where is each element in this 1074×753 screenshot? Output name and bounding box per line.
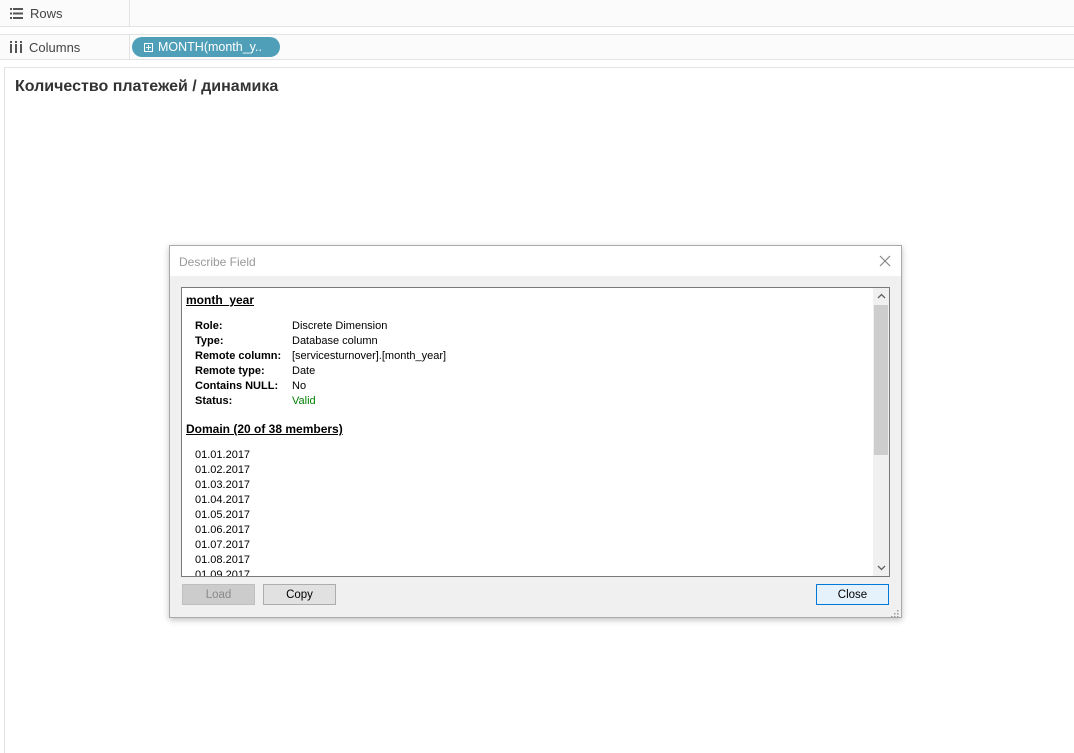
domain-member: 01.04.2017 (195, 494, 251, 506)
property-value: Database column (292, 335, 378, 347)
domain-member-list: 01.01.2017 01.02.2017 01.03.2017 01.04.2… (195, 448, 251, 577)
resize-grip-icon[interactable] (891, 607, 899, 618)
property-key: Contains NULL: (195, 380, 279, 392)
field-properties: Role: Discrete Dimension Type: Database … (195, 319, 595, 409)
expand-plus-icon[interactable] (144, 42, 153, 52)
property-key: Role: (195, 320, 223, 332)
scrollbar-thumb[interactable] (874, 305, 888, 455)
property-row: Contains NULL: No (195, 379, 595, 394)
domain-heading: Domain (20 of 38 members) (186, 422, 343, 436)
rows-icon (10, 7, 23, 19)
property-key: Type: (195, 335, 224, 347)
property-key: Remote column: (195, 350, 282, 362)
columns-shelf-label: Columns (0, 35, 130, 59)
property-key: Remote type: (195, 365, 265, 377)
rows-label-text: Rows (30, 5, 63, 21)
domain-member: 01.01.2017 (195, 449, 251, 461)
rows-shelf[interactable]: Rows (0, 0, 1074, 27)
dialog-titlebar[interactable]: Describe Field (170, 246, 901, 276)
property-row: Type: Database column (195, 334, 595, 349)
field-description-panel[interactable]: month_year Role: Discrete Dimension Type… (181, 287, 890, 577)
columns-label-text: Columns (29, 39, 81, 55)
columns-shelf[interactable]: Columns MONTH(month_y.. (0, 34, 1074, 60)
property-value: Date (292, 365, 316, 377)
property-value: [servicesturnover].[month_year] (292, 350, 447, 362)
property-value: Discrete Dimension (292, 320, 388, 332)
sheet-title: Количество платежей / динамика (15, 78, 279, 95)
property-row: Remote column: [servicesturnover].[month… (195, 349, 595, 364)
load-button[interactable]: Load (182, 584, 255, 605)
scroll-down-arrow-icon[interactable] (873, 560, 889, 576)
property-row: Remote type: Date (195, 364, 595, 379)
domain-member: 01.07.2017 (195, 539, 251, 551)
describe-field-dialog: Describe Field month_year Role: Discrete… (169, 245, 902, 618)
domain-member: 01.03.2017 (195, 479, 251, 491)
domain-member: 01.06.2017 (195, 524, 251, 536)
close-icon[interactable] (877, 253, 893, 269)
domain-member: 01.08.2017 (195, 554, 251, 566)
status-value: Valid (292, 395, 316, 407)
domain-member: 01.05.2017 (195, 509, 251, 521)
vertical-scrollbar[interactable] (873, 288, 889, 576)
domain-member: 01.09.2017 (195, 569, 251, 577)
scroll-up-arrow-icon[interactable] (873, 288, 889, 304)
property-key: Status: (195, 395, 233, 407)
field-name-heading: month_year (186, 293, 255, 307)
dialog-title: Describe Field (179, 255, 256, 269)
pill-label: MONTH(month_y.. (158, 40, 262, 54)
domain-member: 01.02.2017 (195, 464, 251, 476)
rows-shelf-label: Rows (0, 0, 130, 26)
close-button[interactable]: Close (816, 584, 889, 605)
property-row: Status: Valid (195, 394, 595, 409)
property-row: Role: Discrete Dimension (195, 319, 595, 334)
month-year-pill[interactable]: MONTH(month_y.. (132, 37, 280, 57)
copy-button[interactable]: Copy (263, 584, 336, 605)
property-value: No (292, 380, 307, 392)
columns-icon (10, 41, 22, 53)
